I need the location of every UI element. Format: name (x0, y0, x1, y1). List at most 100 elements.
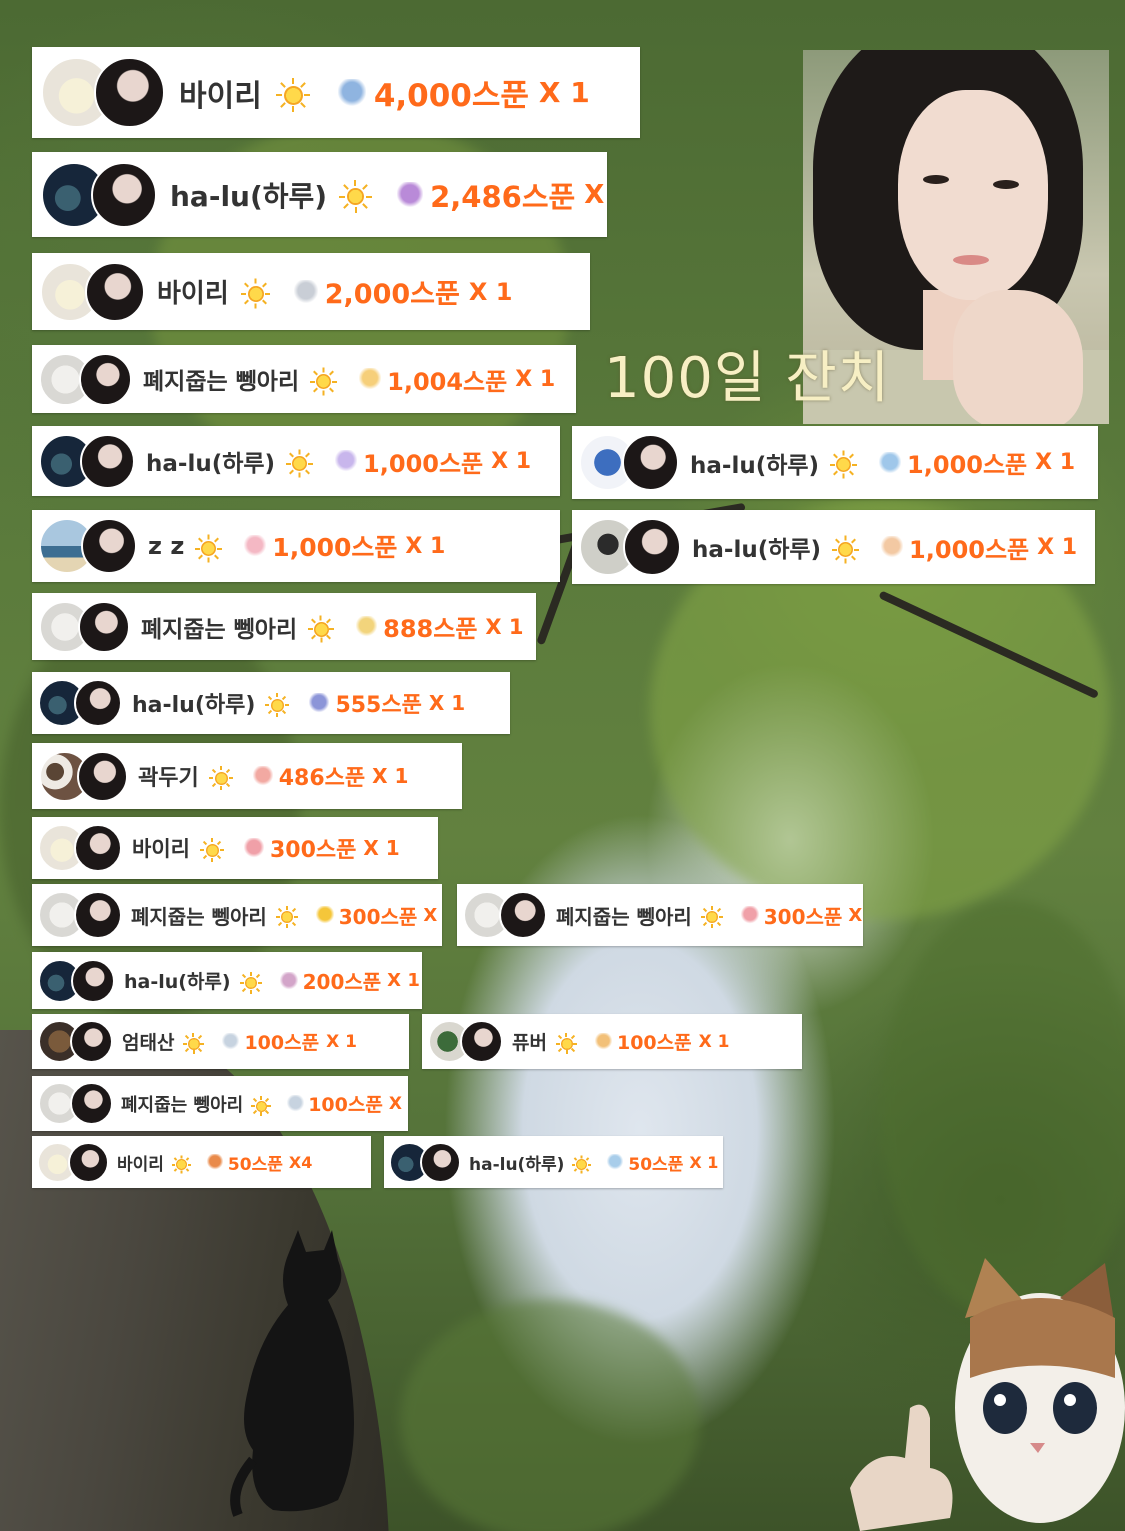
donor-name: 폐지줍는 뼁아리 (131, 904, 267, 929)
donor-name: ha-lu(하루) (469, 1154, 565, 1175)
donor-name: 엄태산 (122, 1032, 175, 1054)
sun-badge-icon (195, 533, 223, 562)
donation-row: 폐지줍는 뼁아리 888스푼 X 1 (32, 593, 536, 660)
milk-icon (222, 1033, 240, 1050)
donor-name: ha-lu(하루) (124, 971, 231, 993)
donation-row: 바이리 300스푼 X 1 (32, 817, 438, 879)
sun-badge-icon (310, 366, 338, 395)
gift-count: X 1 (388, 1093, 408, 1114)
spoon-amount: 300스푼 (269, 838, 357, 863)
milk-icon (287, 1095, 305, 1112)
donation-row: z z 1,000스푼 X 1 (32, 510, 560, 582)
castle-icon (309, 693, 330, 713)
avatar-pair (39, 518, 137, 574)
gift-count: X4 (288, 1152, 313, 1172)
host-avatar (71, 958, 115, 1003)
gift-count: X 1 (698, 1031, 730, 1052)
black-cat-image (230, 1230, 354, 1517)
gift-count: X 1 (326, 1031, 357, 1052)
avatar-pair (37, 1141, 109, 1183)
donation-row: 폐지줍는 뼁아리 300스푼 X 1 (32, 884, 442, 946)
gift-count: X 1 (423, 904, 442, 926)
rainbow-icon (740, 906, 759, 924)
host-avatar (81, 518, 137, 574)
spoon-amount: 486스푼 (278, 766, 366, 791)
donor-name: 폐지줍는 뼁아리 (143, 369, 300, 395)
donation-row: 바이리 4,000스푼 X 1 (32, 47, 640, 138)
spoon-amount: 2,000스푼 (324, 279, 460, 310)
donation-row: 폐지줍는 뼁아리 300스푼 X 1 (457, 884, 863, 946)
host-avatar (74, 891, 122, 939)
donation-row: 폐지줍는 뼁아리 1,004스푼 X 1 (32, 345, 576, 413)
avatar-pair (38, 1082, 113, 1125)
donor-name: 곽두기 (138, 766, 199, 791)
sun-badge-icon (265, 691, 290, 717)
spoon-amount: 2,486스푼 (430, 179, 576, 214)
spoon-amount: 50스푼 (227, 1154, 283, 1175)
letter-icon (244, 535, 267, 557)
cloud-icon (879, 451, 902, 474)
hands-heart-icon (252, 766, 273, 786)
sun-badge-icon (251, 1094, 272, 1116)
donor-name: 바이리 (179, 78, 262, 114)
sun-badge-icon (830, 449, 858, 479)
host-avatar (91, 161, 157, 228)
avatar-pair (38, 1020, 113, 1063)
donor-name: 바이리 (157, 279, 229, 309)
donation-row: ha-lu(하루) 1,000스푼 X 1 (32, 426, 560, 496)
host-avatar (70, 1082, 113, 1125)
donation-row: ha-lu(하루) 1,000스푼 X 1 (572, 510, 1095, 584)
gift-count: X 1 (538, 76, 590, 109)
avatar-pair (38, 679, 122, 727)
sun-badge-icon (700, 904, 723, 928)
sun-badge-icon (199, 836, 224, 862)
spoon-amount: 888스푼 (383, 615, 478, 643)
host-avatar (74, 824, 122, 872)
sunglasses-icon (315, 906, 334, 924)
hat-icon (607, 1154, 624, 1170)
spoon-amount: 50스푼 (628, 1154, 684, 1175)
unicorn-icon (279, 971, 298, 990)
donation-row: 곽두기 486스푼 X 1 (32, 743, 462, 809)
sun-badge-icon (308, 614, 335, 642)
donation-row: 폐지줍는 뼁아리 100스푼X 1 (32, 1076, 408, 1131)
sun-badge-icon (183, 1031, 205, 1054)
gift-count: X 1 (515, 366, 556, 392)
host-avatar (622, 434, 679, 491)
host-avatar (77, 750, 128, 802)
spoon-amount: 555스푼 (335, 693, 422, 718)
avatar-pair (463, 891, 547, 939)
donor-name: 바이리 (132, 837, 190, 861)
gift-count: X 1 (387, 970, 420, 991)
spoon-amount: 1,000스푼 (363, 449, 484, 478)
host-avatar (79, 352, 132, 406)
gift-count: X 1 (468, 277, 513, 306)
trophy-icon (356, 616, 378, 637)
gift-count: X 1 (1037, 534, 1078, 560)
gift-count: X 1 (372, 764, 409, 788)
host-avatar (78, 600, 130, 653)
host-avatar (68, 1141, 109, 1183)
donor-name: z z (148, 532, 185, 560)
donor-name: ha-lu(하루) (690, 452, 820, 479)
ring-icon (293, 279, 318, 304)
avatar-pair (39, 600, 130, 653)
host-avatar (74, 679, 122, 727)
sun-badge-icon (572, 1153, 592, 1173)
host-avatar (499, 891, 547, 939)
spoon-amount: 200스푼 (302, 970, 382, 994)
spoon-amount: 1,000스푼 (909, 535, 1030, 564)
avatar-pair (38, 891, 122, 939)
avatar-pair (41, 57, 165, 128)
spoon-amount: 1,000스푼 (272, 533, 398, 562)
avatar-pair (38, 824, 122, 872)
avatar-pair (579, 434, 679, 491)
gift-count: X 1 (428, 691, 466, 715)
donor-name: 퓨버 (512, 1032, 547, 1054)
donor-name: 폐지줍는 뼁아리 (121, 1094, 244, 1116)
host-avatar (460, 1020, 503, 1063)
spoon-amount: 4,000스푼 (373, 78, 529, 114)
avatar-pair (39, 750, 128, 802)
donor-name: ha-lu(하루) (692, 537, 822, 563)
avatar-pair (579, 518, 681, 576)
